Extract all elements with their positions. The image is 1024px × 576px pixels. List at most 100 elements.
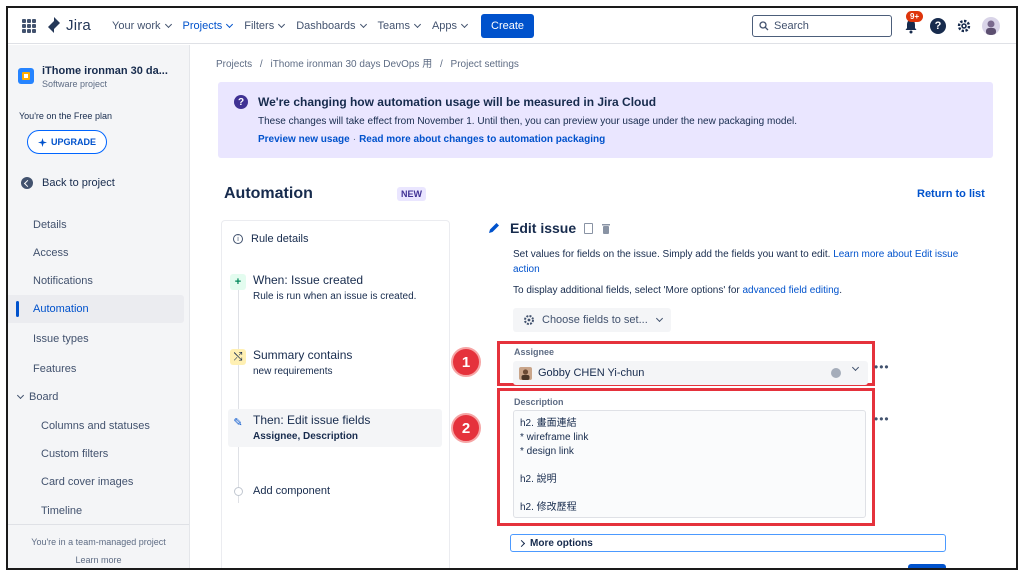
sidebar-item-board[interactable]: Board bbox=[8, 383, 184, 411]
breadcrumb-projects[interactable]: Projects bbox=[216, 59, 252, 70]
rule-details-item[interactable]: i Rule details bbox=[233, 233, 308, 245]
chevron-down-icon bbox=[460, 20, 469, 29]
step-title: Then: Edit issue fields bbox=[253, 413, 371, 427]
jira-logo[interactable]: Jira bbox=[46, 16, 91, 34]
description-textarea[interactable]: h2. 畫面連結 * wireframe link * design link … bbox=[513, 410, 866, 518]
hint-text: To display additional fields, select 'Mo… bbox=[513, 285, 740, 296]
clear-icon[interactable] bbox=[831, 368, 841, 378]
nav-filters[interactable]: Filters bbox=[238, 8, 290, 44]
automation-usage-banner: ? We're changing how automation usage wi… bbox=[218, 82, 993, 158]
back-to-project-link[interactable]: Back to project bbox=[21, 177, 115, 189]
page-title: Automation bbox=[224, 185, 313, 202]
settings-gear-icon[interactable] bbox=[956, 18, 972, 34]
create-button[interactable]: Create bbox=[481, 14, 535, 38]
advanced-fields-hint: To display additional fields, select 'Mo… bbox=[513, 285, 842, 296]
description-line: * design link bbox=[520, 446, 574, 457]
read-more-link[interactable]: Read more about changes to automation pa… bbox=[359, 134, 605, 145]
link-separator: · bbox=[352, 134, 357, 145]
assignee-more-icon[interactable]: ••• bbox=[874, 360, 890, 374]
banner-title: We're changing how automation usage will… bbox=[258, 95, 657, 109]
rule-step-action[interactable]: ✎ Then: Edit issue fields Assignee, Desc… bbox=[228, 409, 442, 447]
step-subtitle: Rule is run when an issue is created. bbox=[253, 291, 417, 302]
chevron-down-icon bbox=[655, 314, 663, 323]
sidebar-item-custom-filters[interactable]: Custom filters bbox=[8, 440, 184, 468]
step-subtitle: new requirements bbox=[253, 366, 333, 377]
step-title: When: Issue created bbox=[253, 273, 364, 287]
sidebar-item-columns-and-statuses[interactable]: Columns and statuses bbox=[8, 412, 184, 440]
rule-step-trigger[interactable]: + When: Issue created Rule is run when a… bbox=[228, 273, 442, 309]
learn-more-link[interactable]: Learn more bbox=[8, 551, 189, 568]
nav-label: Dashboards bbox=[296, 20, 356, 32]
assignee-label: Assignee bbox=[514, 347, 555, 357]
step-subtitle: Assignee, Description bbox=[253, 431, 359, 442]
jira-logo-icon bbox=[48, 17, 60, 33]
nav-projects[interactable]: Projects bbox=[177, 8, 239, 44]
sidebar-item-access[interactable]: Access bbox=[8, 239, 184, 267]
question-circle-icon: ? bbox=[234, 95, 248, 109]
app-switcher-icon[interactable] bbox=[22, 19, 36, 33]
nav-label: Apps bbox=[431, 20, 458, 32]
upgrade-button[interactable]: UPGRADE bbox=[27, 130, 107, 154]
sidebar-item-label: Notifications bbox=[33, 275, 93, 287]
back-label: Back to project bbox=[42, 177, 115, 189]
assignee-value: Gobby CHEN Yi-chun bbox=[538, 367, 645, 379]
sidebar-item-label: Automation bbox=[33, 303, 89, 315]
new-badge: NEW bbox=[397, 187, 426, 201]
sidebar-footer: You're in a team-managed project Learn m… bbox=[8, 524, 189, 568]
sidebar-item-details[interactable]: Details bbox=[8, 211, 184, 239]
preview-usage-link[interactable]: Preview new usage bbox=[258, 134, 350, 145]
more-options-toggle[interactable]: More options bbox=[510, 534, 946, 552]
sidebar-item-label: Columns and statuses bbox=[41, 420, 150, 432]
breadcrumb-project-settings[interactable]: Project settings bbox=[451, 59, 519, 70]
search-input[interactable]: Search bbox=[752, 15, 892, 37]
chevron-down-icon bbox=[278, 20, 286, 29]
return-to-list-link[interactable]: Return to list bbox=[917, 188, 985, 200]
sidebar-item-automation[interactable]: Automation bbox=[8, 295, 184, 323]
chevron-down-icon bbox=[164, 20, 172, 29]
pencil-icon: ✎ bbox=[233, 416, 243, 429]
description-more-icon[interactable]: ••• bbox=[874, 412, 890, 426]
chevron-down-icon[interactable] bbox=[851, 363, 860, 372]
step-title: Summary contains bbox=[253, 348, 353, 362]
sidebar-item-label: Details bbox=[33, 219, 67, 231]
choose-fields-button[interactable]: Choose fields to set... bbox=[513, 308, 671, 332]
sidebar-item-issue-types[interactable]: Issue types bbox=[8, 325, 184, 353]
add-component-dot bbox=[234, 487, 243, 496]
callout-number-1: 1 bbox=[451, 347, 481, 377]
copy-icon[interactable] bbox=[584, 222, 594, 234]
breadcrumb-project[interactable]: iThome ironman 30 days DevOps 用 bbox=[270, 59, 432, 70]
nav-teams[interactable]: Teams bbox=[372, 8, 426, 44]
header-actions: 9+ ? bbox=[902, 11, 1000, 38]
nav-menu: Your work Projects Filters Dashboards Te… bbox=[106, 8, 535, 44]
user-avatar[interactable] bbox=[982, 17, 1000, 35]
description-line bbox=[520, 459, 859, 473]
info-icon: i bbox=[233, 234, 243, 244]
rule-components-panel: i Rule details + When: Issue created Rul… bbox=[222, 221, 449, 568]
nav-dashboards[interactable]: Dashboards bbox=[290, 8, 371, 44]
sparkle-icon bbox=[37, 137, 47, 147]
description-line: * wireframe link bbox=[520, 432, 589, 443]
project-avatar-icon bbox=[18, 68, 34, 84]
project-header[interactable]: iThome ironman 30 da... Software project bbox=[18, 65, 168, 90]
sidebar-item-features[interactable]: Features bbox=[8, 355, 184, 383]
rule-step-condition[interactable]: ⤭ Summary contains new requirements bbox=[228, 348, 442, 384]
nav-apps[interactable]: Apps bbox=[426, 8, 473, 44]
trash-icon[interactable] bbox=[601, 223, 611, 234]
upgrade-label: UPGRADE bbox=[50, 137, 96, 147]
sidebar-item-notifications[interactable]: Notifications bbox=[8, 267, 184, 295]
arrow-left-icon bbox=[21, 177, 33, 189]
help-icon[interactable]: ? bbox=[930, 18, 946, 34]
project-sidebar: iThome ironman 30 da... Software project… bbox=[8, 45, 190, 568]
save-button[interactable] bbox=[908, 564, 946, 568]
advanced-field-editing-link[interactable]: advanced field editing bbox=[743, 285, 840, 296]
top-navigation: Jira Your work Projects Filters Dashboar… bbox=[8, 8, 1016, 44]
nav-your-work[interactable]: Your work bbox=[106, 8, 177, 44]
assignee-select[interactable]: Gobby CHEN Yi-chun bbox=[513, 361, 868, 385]
description-line: h2. 畫面連結 bbox=[520, 418, 577, 429]
plus-icon: + bbox=[230, 274, 246, 290]
notifications-button[interactable]: 9+ bbox=[902, 11, 924, 35]
sidebar-item-card-cover-images[interactable]: Card cover images bbox=[8, 468, 184, 496]
jira-logo-text: Jira bbox=[66, 16, 91, 34]
sidebar-item-timeline[interactable]: Timeline bbox=[8, 497, 184, 525]
add-component-link[interactable]: Add component bbox=[253, 485, 330, 497]
